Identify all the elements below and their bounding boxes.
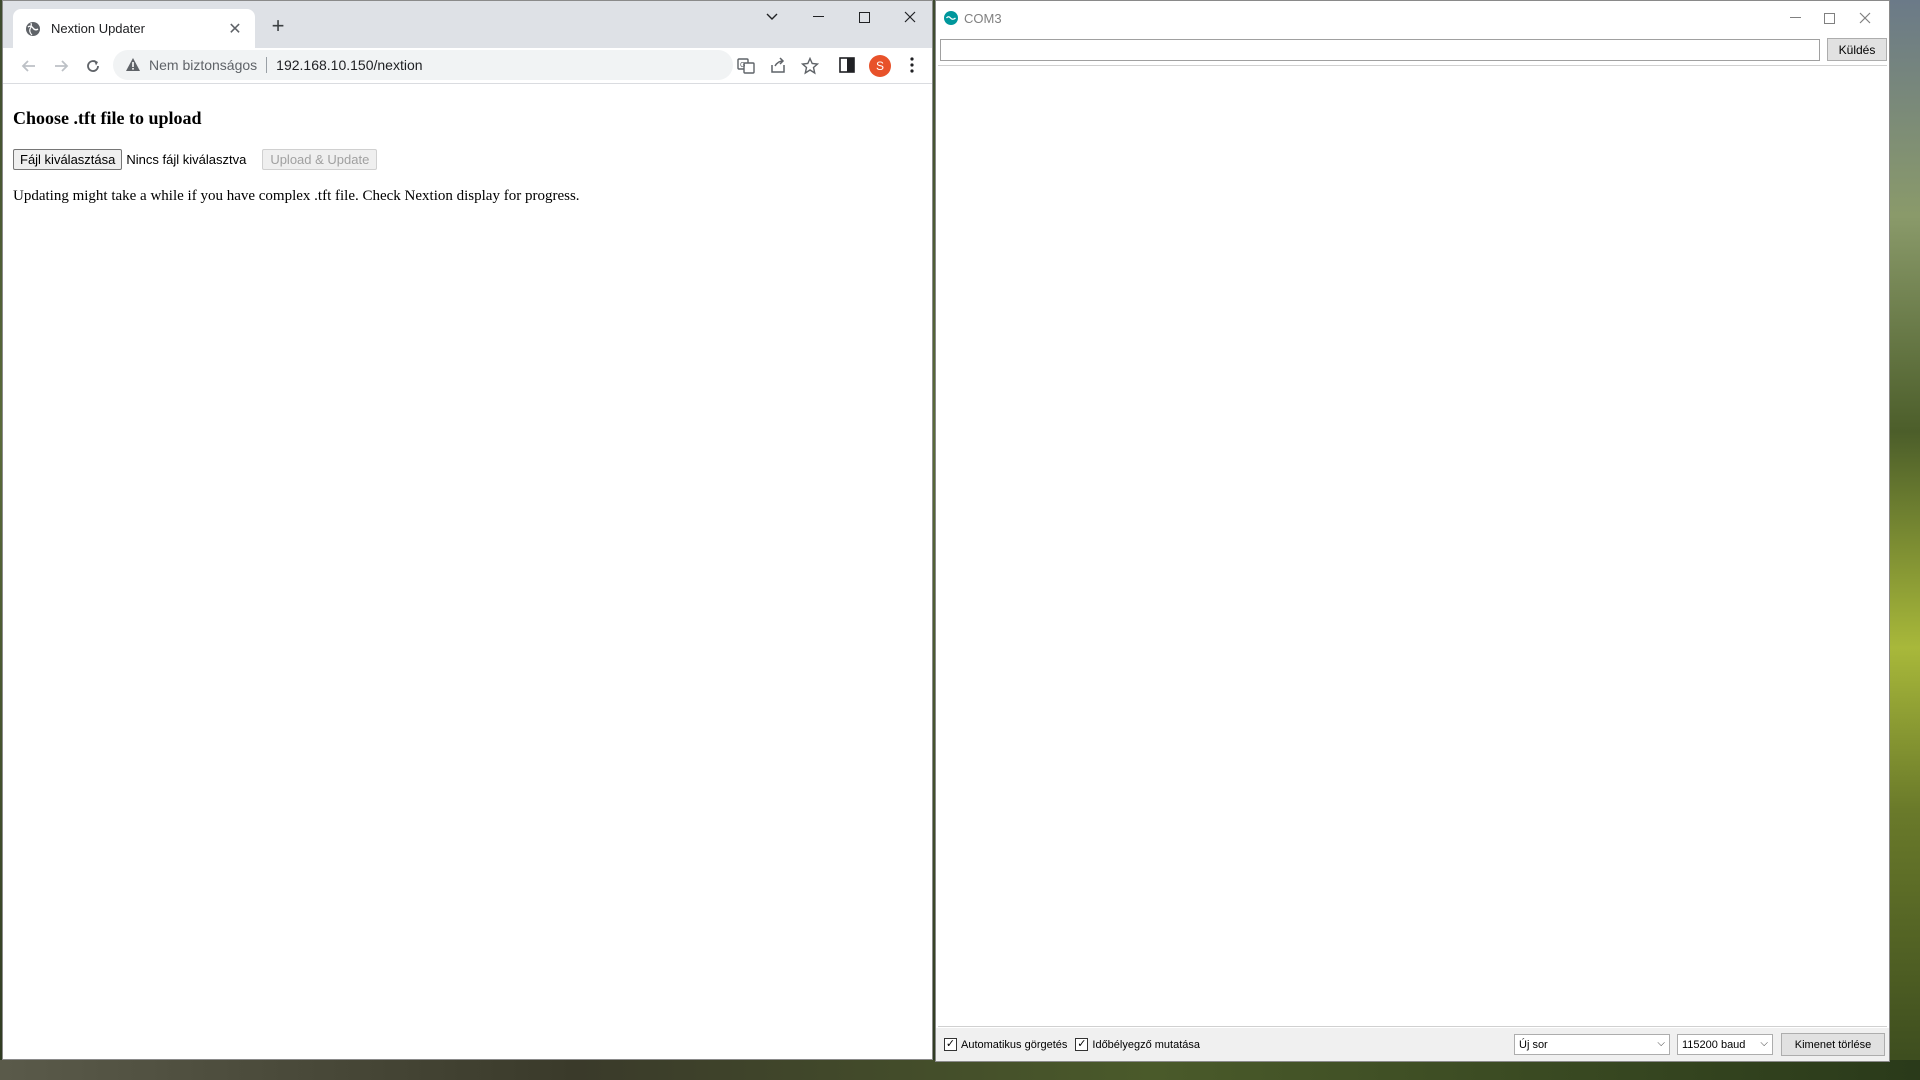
choose-file-button[interactable]: Fájl kiválasztása [13,149,123,170]
upload-update-button[interactable]: Upload & Update [262,149,378,170]
tab-search-icon[interactable] [749,1,795,33]
address-divider [266,57,268,73]
update-note: Updating might take a while if you have … [13,188,580,204]
desktop-wallpaper-bottom [0,1060,1920,1080]
profile-avatar[interactable]: S [869,55,891,77]
url-text[interactable]: 192.168.10.150/nextion [276,57,422,73]
autoscroll-label: Automatikus görgetés [961,1038,1068,1051]
warning-icon[interactable] [125,57,141,73]
clear-output-button[interactable]: Kimenet törlése [1781,1033,1885,1056]
serial-input-row: Küldés [936,35,1889,65]
close-window-button[interactable] [887,1,933,33]
translate-icon[interactable]: G [737,57,755,75]
serial-minimize-button[interactable] [1777,1,1813,35]
serial-monitor-window: COM3 Küldés ✓ Automatikus görgetés ✓ Idő… [935,0,1890,1062]
tab-bar: Nextion Updater ✕ + [3,1,932,48]
line-ending-value: Új sor [1519,1038,1548,1051]
tab-title: Nextion Updater [51,21,145,36]
new-tab-button[interactable]: + [267,15,289,37]
chevron-down-icon: ⌵ [1657,1038,1665,1049]
serial-bottom-bar: ✓ Automatikus görgetés ✓ Időbélyegző mut… [936,1028,1889,1061]
close-tab-icon[interactable]: ✕ [227,19,243,39]
baud-rate-value: 115200 baud [1682,1038,1746,1051]
maximize-button[interactable] [841,1,887,33]
security-label[interactable]: Nem biztonságos [149,57,257,73]
menu-dots-icon[interactable] [903,56,921,74]
browser-toolbar: Nem biztonságos 192.168.10.150/nextion G… [3,48,932,84]
bookmark-star-icon[interactable] [801,57,819,75]
globe-icon [26,21,40,36]
back-arrow-icon[interactable] [13,50,45,82]
serial-title: COM3 [964,10,1002,26]
timestamp-checkbox[interactable]: ✓ Időbélyegző mutatása [1075,1038,1200,1051]
send-button[interactable]: Küldés [1827,38,1887,61]
timestamp-label: Időbélyegző mutatása [1092,1038,1201,1051]
minimize-button[interactable] [795,1,841,33]
page-content: Choose .tft file to upload Fájl kiválasz… [3,84,932,217]
line-ending-select[interactable]: Új sor ⌵ [1514,1034,1670,1055]
timestamp-check-icon[interactable]: ✓ [1075,1038,1089,1051]
address-bar[interactable]: Nem biztonságos 192.168.10.150/nextion G [113,50,819,80]
serial-output-area[interactable] [938,65,1887,1027]
share-icon[interactable] [769,57,787,75]
desktop-wallpaper [1890,0,1920,1080]
file-status-text: Nincs fájl kiválasztva [126,152,247,167]
upload-form: Fájl kiválasztása Nincs fájl kiválasztva… [13,149,922,170]
serial-close-button[interactable] [1845,1,1885,35]
baud-rate-select[interactable]: 115200 baud ⌵ [1677,1034,1773,1055]
page-heading: Choose .tft file to upload [13,108,202,128]
autoscroll-check-icon[interactable]: ✓ [944,1038,957,1051]
arduino-logo-icon [944,11,958,25]
autoscroll-checkbox[interactable]: ✓ Automatikus görgetés [944,1038,1067,1051]
serial-maximize-button[interactable] [1811,1,1847,35]
chevron-down-icon: ⌵ [1760,1038,1768,1049]
reload-icon[interactable] [77,50,109,82]
browser-tab[interactable]: Nextion Updater ✕ [13,9,255,48]
side-panel-icon[interactable] [838,56,856,74]
browser-window: Nextion Updater ✕ + Nem biztonságos 192.… [2,0,933,1060]
forward-arrow-icon[interactable] [45,50,77,82]
svg-text:G: G [740,62,745,69]
serial-send-input[interactable] [940,39,1820,61]
serial-titlebar: COM3 [936,1,1889,35]
